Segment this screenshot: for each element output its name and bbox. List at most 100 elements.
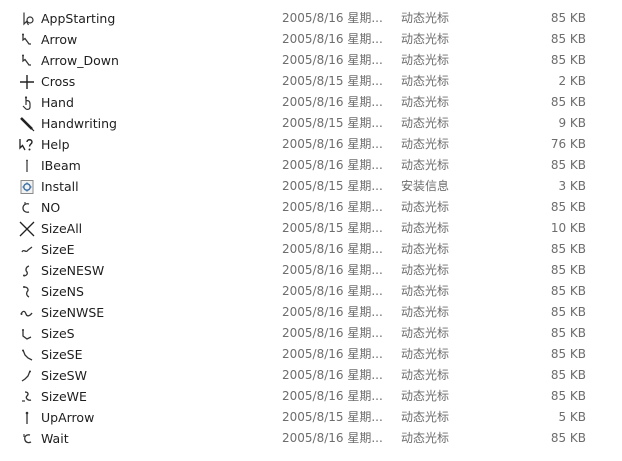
file-size: 9 KB [558, 116, 586, 130]
cursor-size-se-icon [19, 347, 35, 363]
file-date: 2005/8/15 星期... [282, 74, 383, 88]
file-name: Handwriting [41, 116, 117, 131]
file-row-wait[interactable]: Wait 2005/8/16 星期... 动态光标 85 KB [0, 428, 622, 449]
file-row-arrow[interactable]: Arrow 2005/8/16 星期... 动态光标 85 KB [0, 29, 622, 50]
file-type: 动态光标 [401, 32, 450, 46]
cursor-wait-icon [19, 431, 35, 447]
file-row-help[interactable]: Help 2005/8/16 星期... 动态光标 76 KB [0, 134, 622, 155]
cursor-hand-icon [19, 95, 35, 111]
file-size: 85 KB [550, 326, 586, 340]
file-date: 2005/8/16 星期... [282, 95, 383, 109]
file-date: 2005/8/16 星期... [282, 431, 383, 445]
file-row-sizewe[interactable]: SizeWE 2005/8/16 星期... 动态光标 85 KB [0, 386, 622, 407]
cursor-ibeam-icon [19, 158, 35, 174]
file-type: 动态光标 [401, 116, 450, 130]
file-type: 动态光标 [401, 284, 450, 298]
file-date: 2005/8/16 星期... [282, 284, 383, 298]
file-name: AppStarting [41, 11, 116, 26]
cursor-size-ns-icon [19, 284, 35, 300]
file-size: 85 KB [550, 200, 586, 214]
file-row-sizens[interactable]: SizeNS 2005/8/16 星期... 动态光标 85 KB [0, 281, 622, 302]
file-type: 动态光标 [401, 137, 450, 151]
file-size: 3 KB [558, 179, 586, 193]
file-row-sizee[interactable]: SizeE 2005/8/16 星期... 动态光标 85 KB [0, 239, 622, 260]
file-name: SizeSE [41, 347, 83, 362]
file-name: SizeS [41, 326, 75, 341]
file-size: 10 KB [550, 221, 586, 235]
cursor-help-icon [19, 137, 35, 153]
cursor-size-e-icon [19, 242, 35, 258]
file-name: Help [41, 137, 70, 152]
file-date: 2005/8/16 星期... [282, 242, 383, 256]
file-size: 85 KB [550, 158, 586, 172]
file-date: 2005/8/16 星期... [282, 32, 383, 46]
cursor-arrow-down-icon [19, 53, 35, 69]
file-date: 2005/8/16 星期... [282, 368, 383, 382]
file-name: SizeNS [41, 284, 84, 299]
file-row-sizenwse[interactable]: SizeNWSE 2005/8/16 星期... 动态光标 85 KB [0, 302, 622, 323]
install-info-file-icon [19, 179, 35, 195]
file-date: 2005/8/16 星期... [282, 347, 383, 361]
file-date: 2005/8/16 星期... [282, 158, 383, 172]
file-date: 2005/8/15 星期... [282, 179, 383, 193]
file-type: 动态光标 [401, 326, 450, 340]
file-row-sizesw[interactable]: SizeSW 2005/8/16 星期... 动态光标 85 KB [0, 365, 622, 386]
file-size: 5 KB [558, 410, 586, 424]
file-row-cross[interactable]: Cross 2005/8/15 星期... 动态光标 2 KB [0, 71, 622, 92]
file-type: 动态光标 [401, 221, 450, 235]
file-row-sizenesw[interactable]: SizeNESW 2005/8/16 星期... 动态光标 85 KB [0, 260, 622, 281]
file-row-sizeall[interactable]: SizeAll 2005/8/15 星期... 动态光标 10 KB [0, 218, 622, 239]
file-size: 85 KB [550, 263, 586, 277]
file-name: Install [41, 179, 79, 194]
cursor-size-nwse-icon [19, 305, 35, 321]
file-size: 2 KB [558, 74, 586, 88]
file-date: 2005/8/16 星期... [282, 305, 383, 319]
file-type: 动态光标 [401, 158, 450, 172]
file-type: 动态光标 [401, 410, 450, 424]
file-name: IBeam [41, 158, 81, 173]
file-row-sizes[interactable]: SizeS 2005/8/16 星期... 动态光标 85 KB [0, 323, 622, 344]
file-type: 动态光标 [401, 263, 450, 277]
file-row-sizese[interactable]: SizeSE 2005/8/16 星期... 动态光标 85 KB [0, 344, 622, 365]
file-list: AppStarting 2005/8/16 星期... 动态光标 85 KB A… [0, 8, 622, 449]
cursor-cross-icon [19, 74, 35, 90]
cursor-size-sw-icon [19, 368, 35, 384]
file-size: 85 KB [550, 11, 586, 25]
file-type: 动态光标 [401, 431, 450, 445]
file-size: 85 KB [550, 284, 586, 298]
file-row-handwriting[interactable]: Handwriting 2005/8/15 星期... 动态光标 9 KB [0, 113, 622, 134]
file-row-install[interactable]: Install 2005/8/15 星期... 安装信息 3 KB [0, 176, 622, 197]
file-size: 85 KB [550, 95, 586, 109]
file-row-ibeam[interactable]: IBeam 2005/8/16 星期... 动态光标 85 KB [0, 155, 622, 176]
cursor-no-icon [19, 200, 35, 216]
file-name: Arrow_Down [41, 53, 119, 68]
file-type: 动态光标 [401, 242, 450, 256]
file-name: Wait [41, 431, 69, 446]
file-row-hand[interactable]: Hand 2005/8/16 星期... 动态光标 85 KB [0, 92, 622, 113]
file-date: 2005/8/16 星期... [282, 53, 383, 67]
file-type: 动态光标 [401, 74, 450, 88]
cursor-size-s-icon [19, 326, 35, 342]
file-row-uparrow[interactable]: UpArrow 2005/8/15 星期... 动态光标 5 KB [0, 407, 622, 428]
file-type: 安装信息 [401, 179, 450, 193]
cursor-move-icon [19, 221, 35, 237]
file-row-arrow-down[interactable]: Arrow_Down 2005/8/16 星期... 动态光标 85 KB [0, 50, 622, 71]
file-date: 2005/8/16 星期... [282, 326, 383, 340]
file-name: SizeWE [41, 389, 87, 404]
file-row-no[interactable]: NO 2005/8/16 星期... 动态光标 85 KB [0, 197, 622, 218]
file-row-appstarting[interactable]: AppStarting 2005/8/16 星期... 动态光标 85 KB [0, 8, 622, 29]
file-date: 2005/8/16 星期... [282, 11, 383, 25]
file-name: Hand [41, 95, 74, 110]
file-size: 85 KB [550, 32, 586, 46]
cursor-size-we-icon [19, 389, 35, 405]
file-date: 2005/8/16 星期... [282, 137, 383, 151]
file-size: 85 KB [550, 53, 586, 67]
file-type: 动态光标 [401, 95, 450, 109]
file-name: Cross [41, 74, 76, 89]
cursor-pen-icon [19, 116, 35, 132]
cursor-up-arrow-icon [19, 410, 35, 426]
file-date: 2005/8/15 星期... [282, 221, 383, 235]
file-size: 85 KB [550, 242, 586, 256]
file-type: 动态光标 [401, 53, 450, 67]
file-name: SizeE [41, 242, 75, 257]
